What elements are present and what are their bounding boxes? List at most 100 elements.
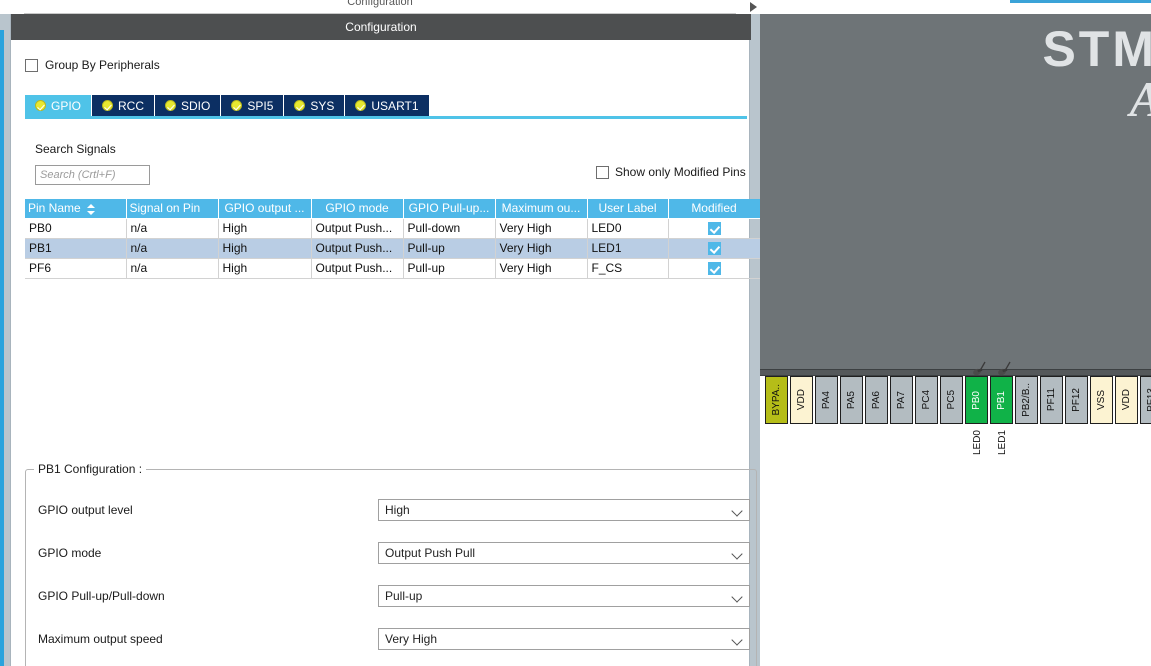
chip-pin-bypa[interactable]: BYPA.. [765, 376, 788, 424]
chip-pin-pc4[interactable]: PC4 [915, 376, 938, 424]
check-circle-icon [35, 100, 46, 111]
cell-gpio-output-level[interactable]: High [218, 258, 312, 279]
tab-label: USART1 [371, 98, 419, 113]
cell-gpio-pull[interactable]: Pull-up [403, 258, 496, 279]
chip-canvas[interactable]: STM A BYPA.. VDD PA4 PA5 PA6 PA7 PC4 PC5 PB0 PB1 P… [760, 14, 1151, 666]
pin-table-container[interactable]: Pin Name Signal on Pin GPIO output ... GPIO… [25, 199, 761, 281]
pin-table-body: PB0 n/a High Output Push... Pull-down Very Hi… [25, 218, 761, 279]
column-header-pin-name[interactable]: Pin Name [25, 199, 127, 219]
sort-updown-icon[interactable] [86, 203, 96, 215]
column-header-signal-on-pin[interactable]: Signal on Pin [126, 199, 219, 219]
show-only-modified-checkbox[interactable] [596, 165, 609, 179]
config-row-gpio-pull-up-pull-down: GPIO Pull-up/Pull-down Pull-up [26, 584, 758, 608]
clipped-title-text: Configuration [347, 0, 413, 8]
cell-max-output-speed[interactable]: Very High [495, 258, 588, 279]
scroll-right-button[interactable] [746, 0, 760, 14]
cell-user-label[interactable]: LED0 [587, 218, 669, 239]
chevron-down-icon[interactable] [731, 634, 743, 646]
table-row[interactable]: PB1 n/a High Output Push... Pull-up Very High… [25, 238, 761, 259]
group-by-peripherals-checkbox[interactable] [25, 58, 38, 72]
modified-checkbox-checked[interactable] [707, 222, 721, 236]
cell-gpio-mode[interactable]: Output Push... [311, 258, 404, 279]
chip-pin-pb2-b[interactable]: PB2/B.. [1015, 376, 1038, 424]
cell-gpio-output-level[interactable]: High [218, 238, 312, 259]
config-select-gpio-pull-up-pull-down[interactable]: Pull-up [378, 585, 750, 607]
configuration-title: Configuration [345, 20, 417, 34]
cell-modified[interactable] [668, 238, 761, 259]
tab-spi5[interactable]: SPI5 [221, 95, 285, 116]
column-header-label: GPIO Pull-up... [408, 201, 490, 216]
chip-pin-pa7[interactable]: PA7 [890, 376, 913, 424]
tab-rcc[interactable]: RCC [92, 95, 156, 116]
search-input[interactable] [35, 165, 150, 185]
check-circle-icon [231, 100, 243, 111]
config-select-gpio-output-level[interactable]: High [378, 499, 750, 521]
config-field-label: Maximum output speed [38, 632, 163, 646]
column-header-gpio-output[interactable]: GPIO output ... [218, 199, 312, 219]
table-row[interactable]: PF6 n/a High Output Push... Pull-up Very High… [25, 258, 761, 279]
pin-configuration-group: PB1 Configuration : GPIO output level Hig… [25, 462, 758, 666]
column-header-gpio-pull-up[interactable]: GPIO Pull-up... [403, 199, 496, 219]
chip-pin-vss[interactable]: VSS [1090, 376, 1113, 424]
cell-gpio-output-level[interactable]: High [218, 218, 312, 239]
column-header-label: User Label [598, 201, 657, 216]
pushpin-icon[interactable] [995, 359, 1013, 377]
chip-pin-strip[interactable]: BYPA.. VDD PA4 PA5 PA6 PA7 PC4 PC5 PB0 PB1 PB2/B..… [765, 361, 1151, 424]
cell-max-output-speed[interactable]: Very High [495, 238, 588, 259]
config-select-gpio-mode[interactable]: Output Push Pull [378, 542, 750, 564]
column-header-user-label[interactable]: User Label [587, 199, 669, 219]
peripheral-tabs[interactable]: GPIO RCC SDIO SPI5 SYS USART1 [25, 95, 747, 116]
chip-pin-pa6[interactable]: PA6 [865, 376, 888, 424]
chip-pin-pa4[interactable]: PA4 [815, 376, 838, 424]
configuration-titlebar: Configuration [11, 14, 751, 40]
chip-pin-pb0[interactable]: PB0 [965, 361, 988, 424]
column-header-gpio-mode[interactable]: GPIO mode [311, 199, 404, 219]
chip-pin-vdd[interactable]: VDD [1115, 376, 1138, 424]
chip-pin-label: BYPA.. [771, 384, 782, 416]
cell-modified[interactable] [668, 258, 761, 279]
tab-sys[interactable]: SYS [284, 95, 346, 116]
cell-max-output-speed[interactable]: Very High [495, 218, 588, 239]
cell-signal-on-pin[interactable]: n/a [126, 258, 219, 279]
config-select-maximum-output-speed[interactable]: Very High [378, 628, 750, 650]
cell-gpio-pull[interactable]: Pull-down [403, 218, 496, 239]
chip-pin-pa5[interactable]: PA5 [840, 376, 863, 424]
chevron-down-icon[interactable] [731, 591, 743, 603]
cell-gpio-mode[interactable]: Output Push... [311, 238, 404, 259]
group-by-peripherals-row[interactable]: Group By Peripherals [25, 58, 160, 72]
chip-pin-pf11[interactable]: PF11 [1040, 376, 1063, 424]
chip-pin-pf12[interactable]: PF12 [1065, 376, 1088, 424]
modified-checkbox-checked[interactable] [707, 242, 721, 256]
pin-table-header-row: Pin Name Signal on Pin GPIO output ... GPIO… [25, 199, 761, 219]
chip-pin-vdd[interactable]: VDD [790, 376, 813, 424]
tab-sdio[interactable]: SDIO [155, 95, 222, 116]
cell-pin-name[interactable]: PF6 [25, 258, 127, 279]
modified-checkbox-checked[interactable] [707, 262, 721, 276]
cell-signal-on-pin[interactable]: n/a [126, 238, 219, 259]
pushpin-icon[interactable] [970, 359, 988, 377]
chip-view-pane[interactable]: ..... STM A BYPA.. VDD PA4 PA5 PA6 PA7 PC4 PC5 P… [760, 0, 1151, 666]
tabs-underline [25, 116, 747, 119]
tab-gpio[interactable]: GPIO [25, 95, 93, 116]
table-row[interactable]: PB0 n/a High Output Push... Pull-down Very Hi… [25, 218, 761, 239]
cell-pin-name[interactable]: PB0 [25, 218, 127, 239]
show-only-modified-row[interactable]: Show only Modified Pins [596, 165, 746, 179]
column-header-maximum-ou[interactable]: Maximum ou... [495, 199, 588, 219]
chip-pin-pf13[interactable]: PF13 [1140, 376, 1151, 424]
tab-usart1[interactable]: USART1 [345, 95, 430, 116]
cell-gpio-pull[interactable]: Pull-up [403, 238, 496, 259]
column-header-modified[interactable]: Modified [668, 199, 761, 219]
chevron-down-icon[interactable] [731, 505, 743, 517]
cell-signal-on-pin[interactable]: n/a [126, 218, 219, 239]
chip-pin-pb1[interactable]: PB1 [990, 361, 1013, 424]
cell-user-label[interactable]: LED1 [587, 238, 669, 259]
chevron-down-icon[interactable] [731, 548, 743, 560]
cell-modified[interactable] [668, 218, 761, 239]
cell-pin-name[interactable]: PB1 [25, 238, 127, 259]
cell-user-label[interactable]: F_CS [587, 258, 669, 279]
cell-gpio-mode[interactable]: Output Push... [311, 218, 404, 239]
search-signals-label: Search Signals [35, 142, 116, 156]
chip-pin-pc5[interactable]: PC5 [940, 376, 963, 424]
check-circle-icon [165, 100, 177, 111]
chip-pin-label: PB1 [996, 390, 1007, 410]
